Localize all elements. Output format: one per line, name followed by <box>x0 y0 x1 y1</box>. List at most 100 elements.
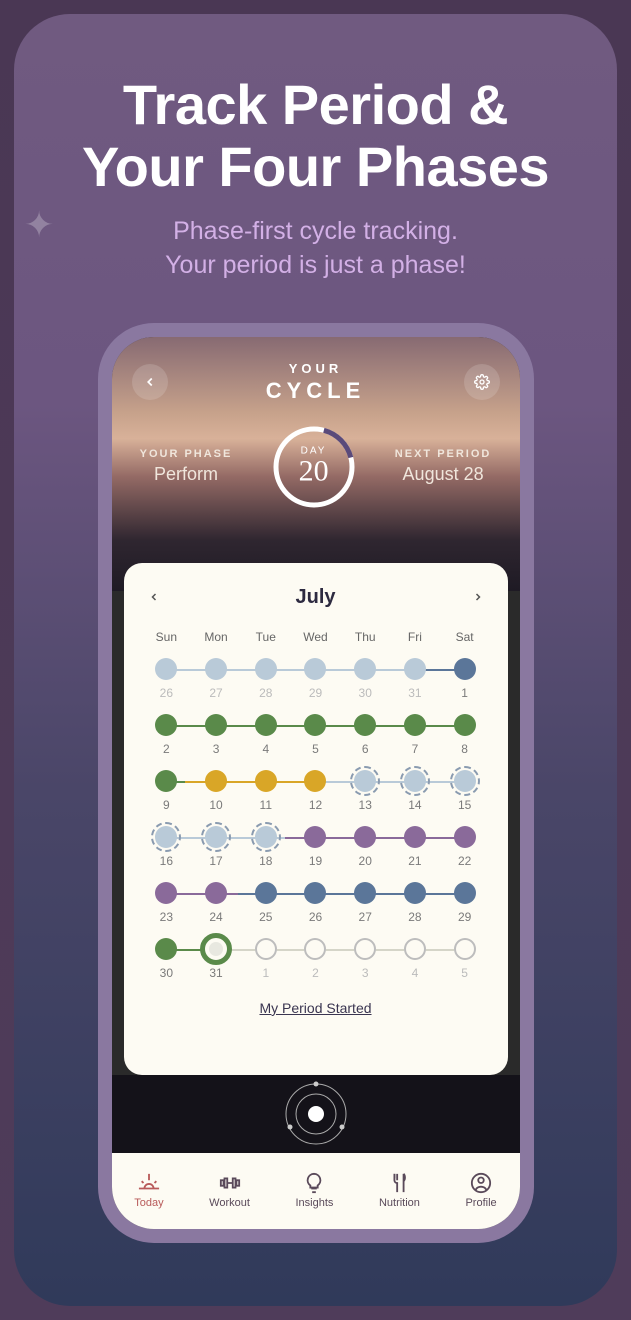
predicted-ring-icon <box>151 822 181 852</box>
date-number: 27 <box>209 686 222 700</box>
calendar-day[interactable]: 12 <box>291 770 341 812</box>
calendar-body: 2627282930311234567891011121314151617181… <box>142 644 490 980</box>
subheadline: Phase-first cycle tracking. Your period … <box>34 215 597 283</box>
date-number: 17 <box>209 854 222 868</box>
calendar-day[interactable]: 17 <box>191 826 241 868</box>
calendar-day[interactable]: 15 <box>440 770 490 812</box>
weekday-label: Tue <box>241 630 291 644</box>
phase-dot-icon <box>404 714 426 736</box>
calendar-day[interactable]: 1 <box>241 938 291 980</box>
calendar-day[interactable]: 30 <box>142 938 192 980</box>
date-number: 16 <box>160 854 173 868</box>
date-number: 2 <box>163 742 170 756</box>
calendar-day[interactable]: 18 <box>241 826 291 868</box>
phase-dot-icon <box>354 714 376 736</box>
nav-item-workout[interactable]: Workout <box>209 1172 250 1209</box>
calendar-day[interactable]: 22 <box>440 826 490 868</box>
back-button[interactable] <box>132 364 168 400</box>
date-number: 11 <box>260 798 272 812</box>
nav-item-today[interactable]: Today <box>134 1172 163 1209</box>
calendar-day[interactable]: 28 <box>241 658 291 700</box>
calendar-day[interactable]: 31 <box>191 938 241 980</box>
calendar-day[interactable]: 27 <box>191 658 241 700</box>
predicted-ring-icon <box>350 766 380 796</box>
calendar-row: 26 27 28 2930 31 1 <box>142 658 490 700</box>
calendar-card: July SunMonTueWedThuFriSat 2627282930311… <box>124 563 508 1075</box>
calendar-day[interactable]: 7 <box>390 714 440 756</box>
calendar-day[interactable]: 29 <box>440 882 490 924</box>
prev-month-button[interactable] <box>142 581 166 614</box>
calendar-day[interactable]: 3 <box>191 714 241 756</box>
calendar-day[interactable]: 31 <box>390 658 440 700</box>
phase-dot-icon <box>454 658 476 680</box>
weekday-label: Fri <box>390 630 440 644</box>
calendar-day[interactable]: 29 <box>291 658 341 700</box>
next-month-button[interactable] <box>466 581 490 614</box>
phase-dot-icon <box>404 882 426 904</box>
date-number: 5 <box>312 742 319 756</box>
calendar-day[interactable]: 25 <box>241 882 291 924</box>
calendar-day[interactable]: 4 <box>390 938 440 980</box>
date-number: 19 <box>309 854 322 868</box>
calendar-day[interactable]: 14 <box>390 770 440 812</box>
orbit-area <box>112 1075 520 1153</box>
predicted-ring-icon <box>400 766 430 796</box>
calendar-day[interactable]: 5 <box>291 714 341 756</box>
user-icon <box>468 1172 494 1194</box>
predicted-ring-icon <box>251 822 281 852</box>
phase-dot-icon <box>205 658 227 680</box>
date-number: 31 <box>408 686 421 700</box>
date-number: 4 <box>262 742 269 756</box>
date-number: 1 <box>461 686 468 700</box>
chevron-left-icon <box>143 375 157 389</box>
calendar-day[interactable]: 30 <box>340 658 390 700</box>
date-number: 5 <box>461 966 468 980</box>
phase-dot-icon <box>454 882 476 904</box>
settings-button[interactable] <box>464 364 500 400</box>
calendar-day[interactable]: 8 <box>440 714 490 756</box>
phase-dot-icon <box>454 714 476 736</box>
date-number: 1 <box>262 966 269 980</box>
calendar-day[interactable]: 2 <box>142 714 192 756</box>
calendar-day[interactable]: 11 <box>241 770 291 812</box>
period-started-link[interactable]: My Period Started <box>142 1000 490 1016</box>
calendar-day[interactable]: 27 <box>340 882 390 924</box>
calendar-day[interactable]: 19 <box>291 826 341 868</box>
weekday-row: SunMonTueWedThuFriSat <box>142 630 490 644</box>
date-number: 29 <box>458 910 471 924</box>
today-dot-icon <box>209 942 223 956</box>
date-number: 12 <box>309 798 322 812</box>
calendar-day[interactable]: 3 <box>340 938 390 980</box>
nav-item-nutrition[interactable]: Nutrition <box>379 1172 420 1209</box>
cycle-progress-ring[interactable]: DAY 20 <box>269 422 359 512</box>
calendar-day[interactable]: 9 <box>142 770 192 812</box>
date-number: 28 <box>259 686 272 700</box>
calendar-day[interactable]: 21 <box>390 826 440 868</box>
nav-label: Insights <box>295 1197 333 1209</box>
calendar-day[interactable]: 24 <box>191 882 241 924</box>
calendar-day[interactable]: 13 <box>340 770 390 812</box>
calendar-day[interactable]: 10 <box>191 770 241 812</box>
calendar-day[interactable]: 6 <box>340 714 390 756</box>
calendar-day[interactable]: 26 <box>142 658 192 700</box>
nav-item-profile[interactable]: Profile <box>465 1172 496 1209</box>
chevron-right-icon <box>472 591 484 603</box>
calendar-month: July <box>295 586 335 609</box>
bulb-icon <box>301 1172 327 1194</box>
orbit-button[interactable] <box>281 1079 351 1149</box>
fork-icon <box>386 1172 412 1194</box>
date-number: 13 <box>359 798 372 812</box>
calendar-day[interactable]: 2 <box>291 938 341 980</box>
calendar-day[interactable]: 5 <box>440 938 490 980</box>
date-number: 21 <box>408 854 421 868</box>
phase-dot-icon <box>404 658 426 680</box>
calendar-day[interactable]: 1 <box>440 658 490 700</box>
nav-item-insights[interactable]: Insights <box>295 1172 333 1209</box>
calendar-day[interactable]: 20 <box>340 826 390 868</box>
calendar-day[interactable]: 23 <box>142 882 192 924</box>
calendar-day[interactable]: 16 <box>142 826 192 868</box>
calendar-day[interactable]: 4 <box>241 714 291 756</box>
phase-dot-icon <box>304 770 326 792</box>
calendar-day[interactable]: 26 <box>291 882 341 924</box>
calendar-day[interactable]: 28 <box>390 882 440 924</box>
